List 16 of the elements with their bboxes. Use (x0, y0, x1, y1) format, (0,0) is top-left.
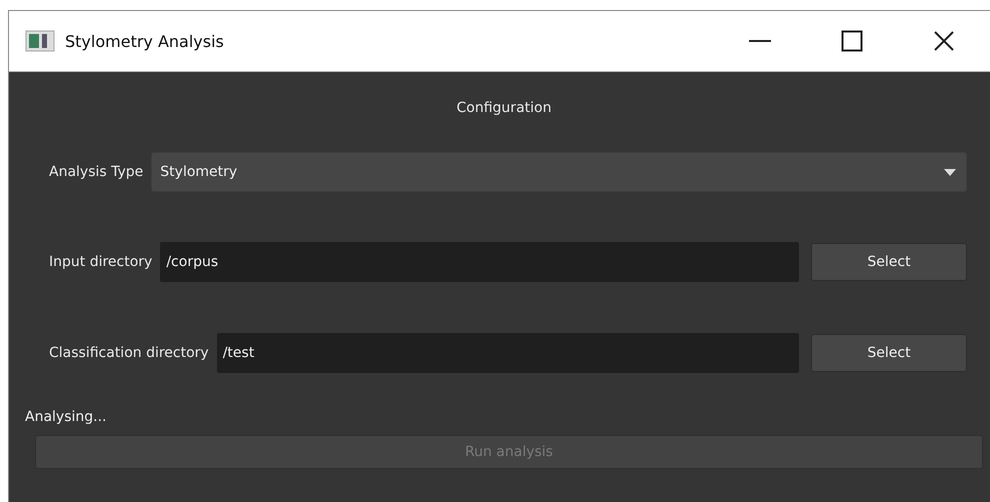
select-button[interactable]: Select (811, 243, 967, 281)
window-title: Stylometry Analysis (65, 32, 225, 50)
directory-field[interactable]: /corpus (160, 242, 799, 282)
caret-icon (944, 168, 956, 176)
directory-field[interactable]: /test (216, 333, 799, 373)
status-text: Analysing... (25, 409, 108, 425)
minimize-icon (749, 39, 771, 43)
select-button[interactable]: Select (811, 334, 967, 372)
close-icon (933, 30, 955, 52)
field-label: Classification directory (49, 345, 209, 361)
maximize-icon (841, 30, 863, 52)
field-label: Input directory (49, 254, 152, 270)
app-icon (25, 29, 55, 53)
field-label: Analysis Type (49, 164, 144, 180)
analysis-type-dropdown[interactable]: Stylometry (151, 152, 967, 192)
section-title: Configuration (456, 100, 552, 116)
